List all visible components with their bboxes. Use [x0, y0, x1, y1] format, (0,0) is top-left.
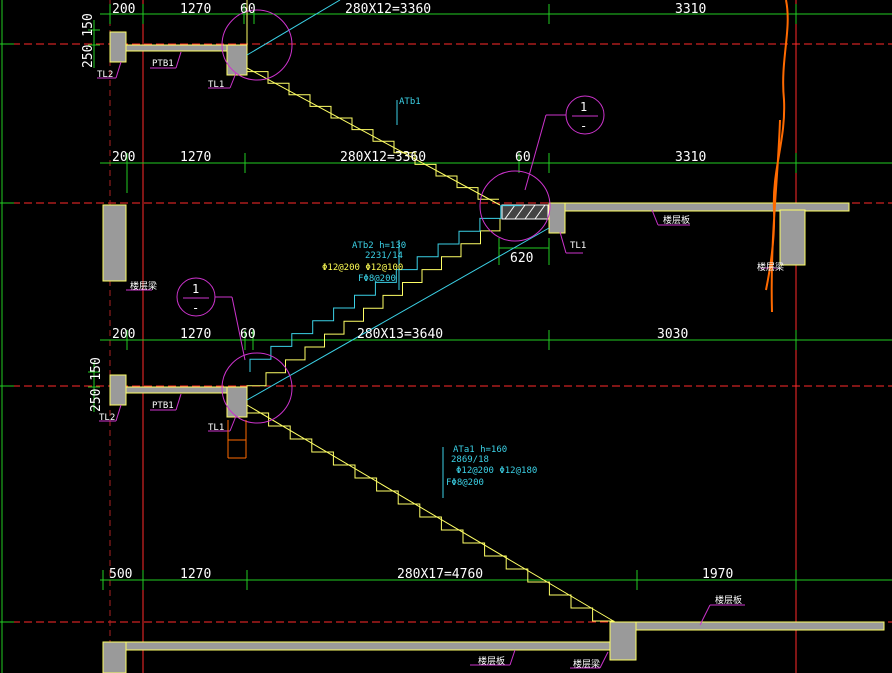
concrete-sections: [102, 31, 885, 673]
slab-ptb1-top: [125, 44, 229, 52]
label-slab-mid-right: 楼层板: [663, 214, 690, 226]
dim-text: 1270: [180, 2, 211, 17]
label-tl1-low: TL1: [208, 423, 224, 433]
dim-text: 60: [240, 2, 256, 17]
beam-tl1-mid: [548, 202, 566, 234]
beam-tl2-mid: [109, 374, 127, 406]
dim-text: 3030: [657, 327, 688, 342]
dim-text: 500: [109, 567, 132, 582]
beam-bottom-left: [102, 641, 127, 673]
beam-tl1-top: [226, 44, 248, 76]
label-ptb1-mid: PTB1: [152, 401, 174, 411]
beam-mid-left: [102, 204, 127, 282]
svg-text:-: -: [580, 119, 587, 133]
dim-text: 3310: [675, 2, 706, 17]
atb2-rebar-note: ATb2 h=130 2231/14 Φ12@200 Φ12@100 FΦ8@2…: [322, 241, 406, 284]
label-slab-bottom-left: 楼层板: [478, 655, 505, 667]
landing-hatch: [501, 204, 549, 220]
slab-bottom-right: [609, 621, 885, 631]
ata1-rebar-note: ATa1 h=160 2869/18 Φ12@200 Φ12@180 FΦ8@2…: [446, 445, 537, 488]
dim-text: 280X17=4760: [397, 567, 483, 582]
dim-text: 1270: [180, 567, 211, 582]
dim-text: 280X12=3360: [345, 2, 431, 17]
callout-left: 1 -: [183, 282, 209, 315]
dim-text-620: 620: [510, 251, 533, 266]
slab-bottom-left: [125, 641, 611, 651]
svg-text:-: -: [192, 301, 199, 315]
stair-section-drawing: 200 1270 60 280X12=3360 3310 200 1270 28…: [0, 0, 892, 673]
slab-ptb1-mid: [125, 386, 229, 394]
dim-text: 1270: [180, 150, 211, 165]
beam-bottom: [609, 621, 637, 661]
dim-text: 280X13=3640: [357, 327, 443, 342]
beam-mid-right: [779, 209, 806, 266]
dimension-texts-row-1: 200 1270 60 280X12=3360 3310: [112, 2, 706, 17]
dim-text: 280X12=3360: [340, 150, 426, 165]
svg-text:2231/14: 2231/14: [365, 251, 403, 261]
dim-text: 200: [112, 327, 135, 342]
svg-text:FΦ8@200: FΦ8@200: [446, 478, 484, 488]
dim-text: 3310: [675, 150, 706, 165]
side-dim-top: 250 150: [81, 13, 96, 68]
label-slab-bottom-right: 楼层板: [715, 594, 742, 606]
callout-right: 1 -: [572, 100, 598, 133]
tl1-detail-mark: [227, 420, 247, 459]
label-tl1-mid: TL1: [570, 241, 586, 251]
svg-text:ATb2 h=130: ATb2 h=130: [352, 241, 406, 251]
label-beam-mid-left: 楼层梁: [130, 280, 157, 292]
label-tl1-top: TL1: [208, 80, 224, 90]
svg-text:Φ12@200 Φ12@180: Φ12@200 Φ12@180: [456, 466, 537, 476]
dim-text: 60: [240, 327, 256, 342]
dim-text: 1970: [702, 567, 733, 582]
side-dim-mid: 250 150: [89, 357, 104, 412]
label-beam-mid-right: 楼层梁: [757, 261, 784, 273]
dimension-row-2: [100, 153, 892, 193]
svg-text:FΦ8@200: FΦ8@200: [358, 274, 396, 284]
svg-text:Φ12@200 Φ12@100: Φ12@200 Φ12@100: [322, 263, 403, 273]
beam-tl2-top: [109, 31, 127, 63]
svg-text:1: 1: [192, 282, 199, 296]
label-tl2-top: TL2: [97, 70, 113, 80]
dim-text: 1270: [180, 327, 211, 342]
dim-text: 60: [515, 150, 531, 165]
cad-drawing-canvas[interactable]: 200 1270 60 280X12=3360 3310 200 1270 28…: [0, 0, 892, 673]
svg-text:2869/18: 2869/18: [451, 455, 489, 465]
svg-text:1: 1: [580, 100, 587, 114]
dimension-row-3: [100, 330, 892, 350]
dim-text: 200: [112, 2, 135, 17]
beam-tl1-low: [226, 386, 248, 418]
label-atb1: ATb1: [399, 97, 421, 107]
label-beam-bottom: 楼层梁: [573, 658, 600, 670]
stair-flights: [246, 0, 616, 623]
left-axis: [0, 0, 14, 673]
dim-text: 200: [112, 150, 135, 165]
label-tl2-mid: TL2: [99, 413, 115, 423]
dimension-row-1: [100, 4, 892, 24]
label-ptb1-top: PTB1: [152, 59, 174, 69]
svg-text:ATa1 h=160: ATa1 h=160: [453, 445, 507, 455]
dimension-row-4: [100, 570, 892, 590]
